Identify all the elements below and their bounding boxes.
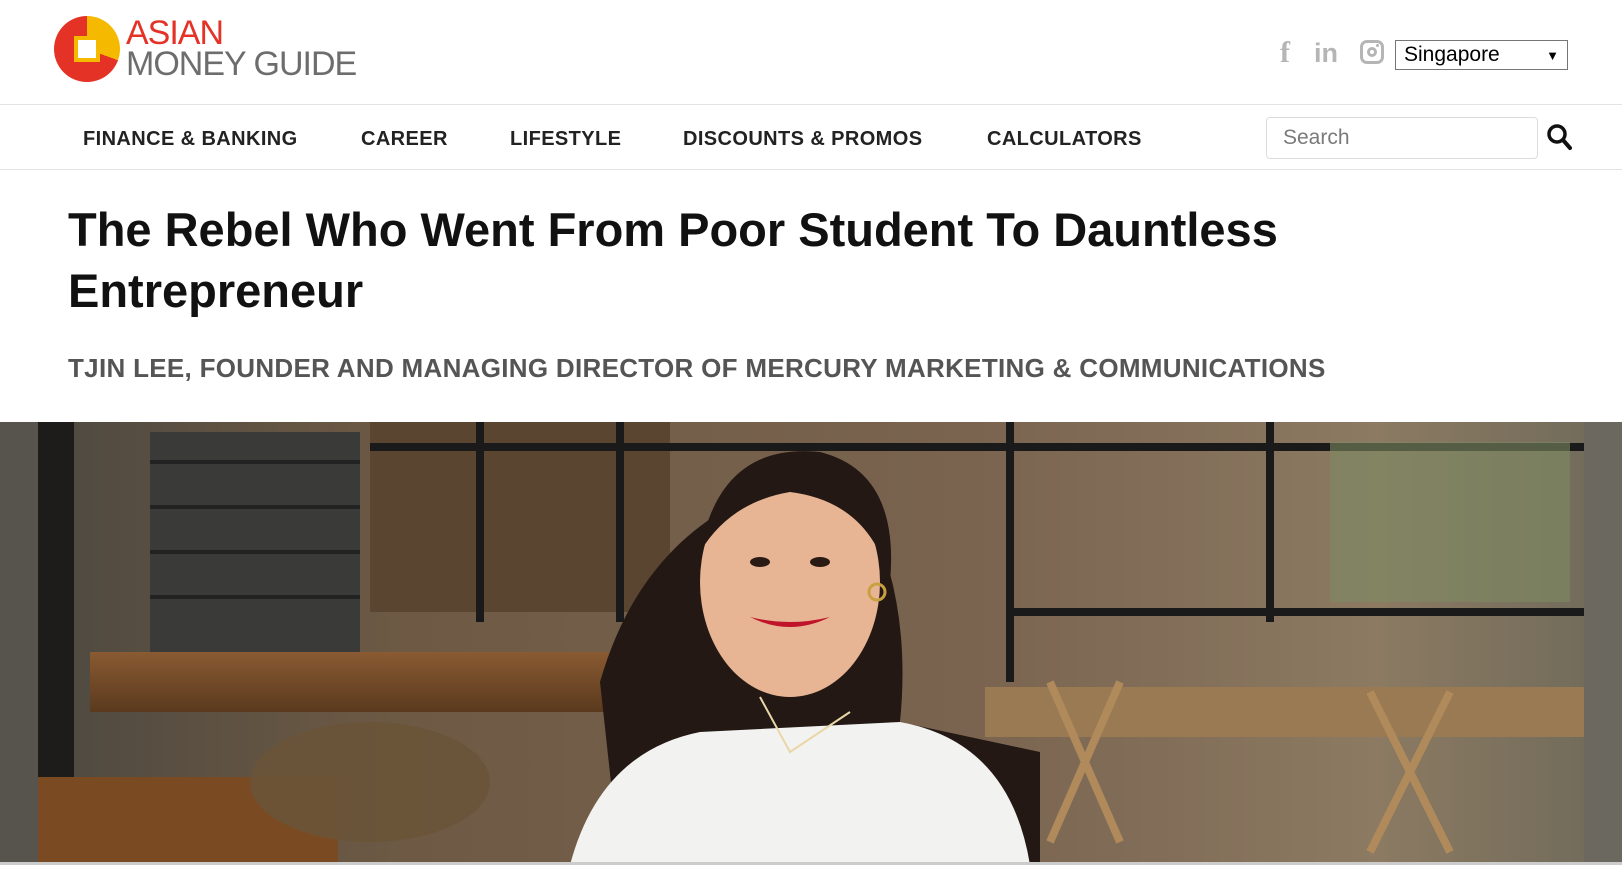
article-subtitle: TJIN LEE, FOUNDER AND MANAGING DIRECTOR … <box>68 353 1326 383</box>
nav-item-career[interactable]: CAREER <box>361 128 448 151</box>
nav-item-lifestyle[interactable]: LIFESTYLE <box>510 128 621 151</box>
article-title: The Rebel Who Went From Poor Student To … <box>68 203 1278 317</box>
nav-item-calculators[interactable]: CALCULATORS <box>987 128 1142 151</box>
search-input[interactable] <box>1266 117 1538 159</box>
nav-item-finance-banking[interactable]: FINANCE & BANKING <box>83 128 298 151</box>
nav-item-discounts-promos[interactable]: DISCOUNTS & PROMOS <box>683 128 922 151</box>
facebook-icon[interactable]: f <box>1280 36 1290 70</box>
logo-mark-icon <box>54 16 120 82</box>
site-header: ASIAN MONEY GUIDE f in Singapore ▼ <box>0 0 1622 105</box>
dropdown-arrow-icon: ▼ <box>1546 47 1559 63</box>
region-select-value: Singapore <box>1404 43 1500 66</box>
logo-text: ASIAN MONEY GUIDE <box>126 16 357 83</box>
search-icon[interactable] <box>1546 123 1572 151</box>
linkedin-icon[interactable]: in <box>1314 38 1338 69</box>
logo-line-2: MONEY GUIDE <box>126 45 357 83</box>
region-select[interactable]: Singapore ▼ <box>1395 40 1568 70</box>
hero-photo <box>0 422 1622 865</box>
site-logo[interactable]: ASIAN MONEY GUIDE <box>54 16 357 83</box>
instagram-icon[interactable] <box>1360 40 1384 64</box>
hero-image <box>0 422 1622 865</box>
